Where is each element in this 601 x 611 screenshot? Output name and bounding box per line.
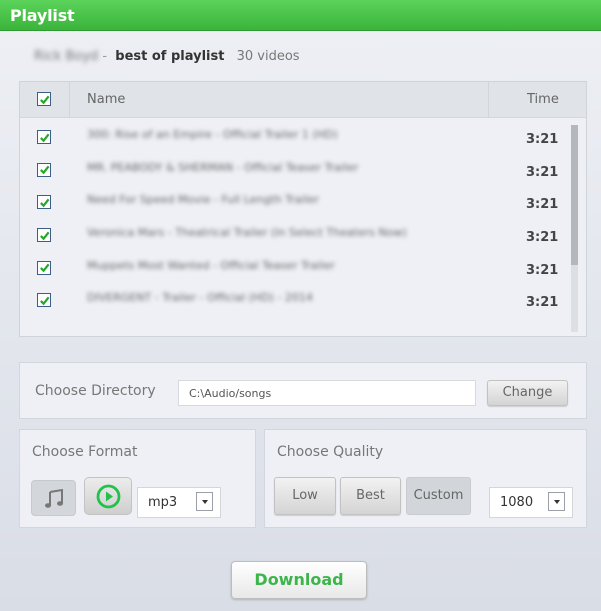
row-checkbox[interactable] — [37, 195, 51, 210]
quality-label: Choose Quality — [277, 444, 384, 460]
row-title: Muppets Most Wanted - Official Teaser Tr… — [87, 258, 335, 272]
checkmark-icon — [39, 95, 49, 104]
resolution-select[interactable]: 1080 — [489, 487, 573, 518]
video-format-button[interactable] — [84, 477, 132, 515]
row-title: Veronica Mars - Theatrical Trailer (In S… — [87, 226, 407, 240]
playlist-info: Rick Boyd - best of playlist 30 videos — [34, 49, 300, 64]
row-checkbox[interactable] — [37, 293, 51, 308]
row-time: 3:21 — [526, 132, 559, 147]
playlist-owner: Rick Boyd — [34, 49, 99, 64]
table-row[interactable]: Veronica Mars - Theatrical Trailer (In S… — [20, 220, 586, 253]
table-row[interactable]: MR. PEABODY & SHERMAN - Official Teaser … — [20, 155, 586, 188]
row-time: 3:21 — [526, 230, 559, 246]
table-rows: 300: Rise of an Empire - Official Traile… — [20, 118, 586, 318]
download-button[interactable]: Download — [231, 561, 367, 599]
format-select-value: mp3 — [148, 495, 178, 510]
table-row[interactable]: DIVERGENT - Trailer - Official (HD) - 20… — [20, 285, 586, 318]
music-note-icon — [45, 488, 63, 508]
row-time: 3:21 — [526, 295, 559, 311]
format-label: Choose Format — [32, 444, 138, 460]
column-header-time[interactable]: Time — [488, 82, 588, 118]
quality-best-button[interactable]: Best — [340, 477, 401, 515]
resolution-select-value: 1080 — [500, 495, 534, 510]
playlist-name: best of playlist — [115, 49, 225, 64]
row-checkbox[interactable] — [37, 228, 51, 243]
table-row[interactable]: Need For Speed Movie - Full Length Trail… — [20, 187, 586, 220]
table-header: Name Time — [20, 82, 586, 118]
directory-input[interactable]: C:\Audio/songs — [178, 380, 476, 406]
table-row[interactable]: 300: Rise of an Empire - Official Traile… — [20, 122, 586, 155]
directory-label: Choose Directory — [35, 383, 156, 399]
column-header-name[interactable]: Name — [87, 92, 125, 107]
dropdown-arrow-icon[interactable] — [548, 492, 565, 511]
format-select[interactable]: mp3 — [137, 487, 221, 518]
checkmark-icon — [39, 133, 49, 142]
row-checkbox[interactable] — [37, 260, 51, 275]
checkmark-icon — [39, 296, 49, 306]
select-all-checkbox[interactable] — [37, 92, 51, 106]
format-panel: Choose Format mp3 — [19, 429, 256, 528]
checkmark-icon — [39, 165, 49, 175]
directory-panel: Choose Directory C:\Audio/songs Change — [19, 362, 587, 419]
scrollbar[interactable] — [571, 125, 578, 332]
header-check-cell — [20, 82, 70, 118]
separator: - — [102, 49, 108, 64]
quality-low-button[interactable]: Low — [274, 477, 336, 515]
video-count: 30 videos — [236, 49, 300, 64]
play-circle-icon — [96, 484, 121, 509]
title-bar: Playlist — [0, 0, 601, 31]
row-title: MR. PEABODY & SHERMAN - Official Teaser … — [87, 160, 359, 174]
change-directory-button[interactable]: Change — [487, 380, 568, 406]
audio-format-button[interactable] — [31, 480, 76, 516]
row-title: DIVERGENT - Trailer - Official (HD) - 20… — [87, 291, 313, 305]
row-time: 3:21 — [526, 262, 559, 278]
row-time: 3:21 — [526, 164, 559, 180]
row-title: 300: Rise of an Empire - Official Traile… — [87, 128, 338, 141]
dropdown-arrow-icon[interactable] — [196, 492, 213, 511]
row-title: Need For Speed Movie - Full Length Trail… — [87, 193, 319, 207]
checkmark-icon — [39, 263, 49, 273]
row-checkbox[interactable] — [37, 130, 51, 144]
scrollbar-thumb[interactable] — [571, 125, 578, 265]
quality-custom-button[interactable]: Custom — [406, 477, 471, 515]
row-time: 3:21 — [526, 197, 559, 213]
column-header-time-label: Time — [527, 92, 559, 107]
quality-panel: Choose Quality Low Best Custom 1080 — [264, 429, 587, 528]
playlist-table: Name Time 300: Rise of an Empire - Offic… — [19, 81, 587, 337]
checkmark-icon — [39, 231, 49, 240]
window-title: Playlist — [10, 6, 75, 25]
table-row[interactable]: Muppets Most Wanted - Official Teaser Tr… — [20, 253, 586, 286]
row-checkbox[interactable] — [37, 162, 51, 177]
checkmark-icon — [39, 198, 49, 208]
